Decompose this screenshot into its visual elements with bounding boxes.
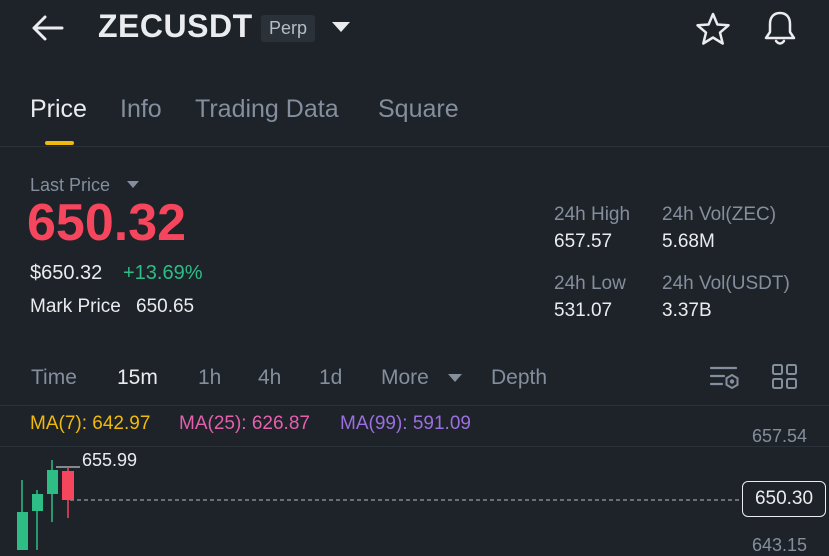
chart-settings-icon[interactable] bbox=[708, 362, 742, 394]
candle bbox=[32, 490, 43, 550]
tab-trading-data[interactable]: Trading Data bbox=[195, 95, 339, 124]
interval-more[interactable]: More bbox=[381, 366, 429, 390]
chevron-down-icon[interactable] bbox=[332, 22, 350, 32]
candle bbox=[17, 480, 28, 550]
candle bbox=[62, 467, 74, 518]
high-marker-label: 655.99 bbox=[82, 450, 138, 470]
divider bbox=[0, 405, 829, 406]
interval-time[interactable]: Time bbox=[31, 366, 77, 390]
back-arrow-icon[interactable] bbox=[30, 12, 66, 44]
ma99-indicator: MA(99): 591.09 bbox=[340, 413, 471, 434]
change-percent: +13.69% bbox=[123, 262, 203, 284]
stat-vol-base-value: 5.68M bbox=[662, 231, 715, 252]
stat-low-value: 531.07 bbox=[554, 300, 613, 321]
contract-type-badge: Perp bbox=[261, 15, 316, 42]
tab-square[interactable]: Square bbox=[378, 95, 459, 124]
interval-1h[interactable]: 1h bbox=[198, 366, 221, 390]
chevron-down-icon[interactable] bbox=[448, 374, 462, 382]
divider bbox=[0, 146, 829, 147]
grid-icon[interactable] bbox=[770, 362, 800, 392]
interval-15m[interactable]: 15m bbox=[117, 366, 158, 390]
chevron-down-icon[interactable] bbox=[127, 181, 139, 188]
stat-vol-quote-label: 24h Vol(USDT) bbox=[662, 273, 790, 294]
bell-icon[interactable] bbox=[761, 8, 799, 48]
current-price-tag[interactable]: 650.30 bbox=[742, 481, 826, 517]
stat-low-label: 24h Low bbox=[554, 273, 626, 294]
star-icon[interactable] bbox=[694, 10, 732, 48]
ma25-indicator: MA(25): 626.87 bbox=[179, 413, 310, 434]
price-axis-bottom: 643.15 bbox=[752, 535, 808, 555]
stat-vol-base-label: 24h Vol(ZEC) bbox=[662, 204, 777, 225]
last-price-value: 650.32 bbox=[27, 194, 187, 252]
active-tab-indicator bbox=[45, 141, 74, 145]
stat-high-value: 657.57 bbox=[554, 231, 613, 252]
price-axis-top: 657.54 bbox=[752, 426, 808, 446]
tab-info[interactable]: Info bbox=[120, 95, 162, 124]
depth-tab[interactable]: Depth bbox=[491, 366, 547, 390]
ma7-indicator: MA(7): 642.97 bbox=[30, 413, 151, 434]
stat-vol-quote-value: 3.37B bbox=[662, 300, 712, 321]
stat-high-label: 24h High bbox=[554, 204, 631, 225]
mark-price-value: 650.65 bbox=[136, 296, 195, 317]
candle bbox=[47, 460, 58, 522]
symbol-title[interactable]: ZECUSDT bbox=[98, 8, 253, 45]
interval-1d[interactable]: 1d bbox=[319, 366, 342, 390]
mark-price-label: Mark Price bbox=[30, 296, 121, 317]
chart-gridline bbox=[0, 446, 829, 447]
tab-price[interactable]: Price bbox=[30, 95, 87, 124]
interval-4h[interactable]: 4h bbox=[258, 366, 281, 390]
usd-price: $650.32 bbox=[30, 262, 103, 284]
